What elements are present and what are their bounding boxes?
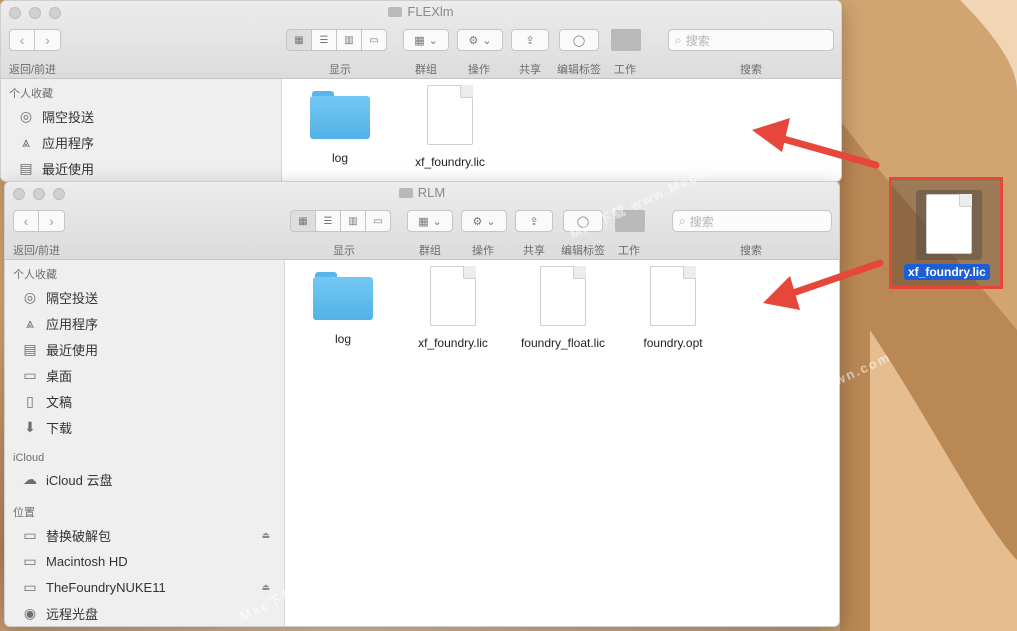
arrow-to-flexlm: [752, 118, 880, 169]
desktop-file-xf-foundry[interactable]: [916, 190, 982, 260]
annotation-arrows: [752, 118, 884, 310]
desktop-file-highlight: xf_foundry.lic: [889, 177, 1003, 289]
arrow-to-rlm: [763, 259, 884, 310]
document-icon: [926, 194, 972, 254]
desktop-file-label[interactable]: xf_foundry.lic: [904, 264, 990, 280]
